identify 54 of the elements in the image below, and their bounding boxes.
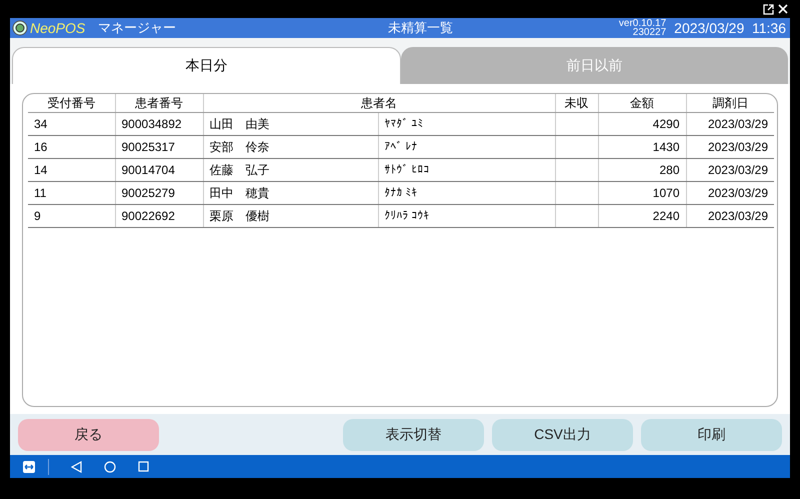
table-cell: 34	[28, 112, 115, 136]
logo-text: NeoPOS	[30, 18, 86, 38]
table-cell: 90025279	[115, 181, 203, 204]
tab[interactable]: 本日分	[12, 47, 401, 84]
action-button[interactable]: 表示切替	[343, 418, 484, 451]
table-cell: 90025317	[115, 135, 203, 158]
recents-icon[interactable]	[138, 461, 149, 472]
table-cell: 280	[598, 158, 686, 182]
table-cell: 2023/03/29	[686, 112, 774, 136]
column-header: 未収	[555, 94, 598, 112]
table-cell: 2023/03/29	[686, 158, 774, 182]
column-header: 調剤日	[686, 94, 774, 112]
home-icon[interactable]	[104, 460, 116, 473]
table-cell: 1430	[598, 135, 686, 158]
column-header: 金額	[598, 94, 686, 112]
app-name: マネージャー	[98, 19, 177, 38]
version-text: ver0.10.17	[618, 19, 666, 28]
table-cell: 90022692	[115, 204, 203, 228]
table-cell: 16	[28, 135, 115, 158]
table-cell: 2023/03/29	[686, 181, 774, 204]
table-cell: ｱﾍﾞ ﾚﾅ	[378, 135, 555, 158]
remote-icon[interactable]	[22, 460, 36, 474]
table-cell: 900034892	[115, 112, 203, 136]
table-cell: 2023/03/29	[686, 204, 774, 228]
table-cell: 佐藤 弘子	[203, 158, 378, 182]
table-cell: ｸﾘﾊﾗ ｺｳｷ	[378, 204, 555, 228]
table-cell: ﾀﾅｶ ﾐｷ	[378, 181, 555, 204]
table-cell: 14	[28, 158, 115, 182]
table-cell: ｻﾄｳﾞ ﾋﾛｺ	[378, 158, 555, 182]
table-cell: 2023/03/29	[686, 135, 774, 158]
column-header: 患者番号	[115, 94, 203, 112]
table-cell: 安部 伶奈	[203, 135, 378, 158]
column-header: 患者名	[203, 94, 555, 112]
column-header: 受付番号	[28, 94, 115, 112]
table-cell: 田中 穂貴	[203, 181, 378, 204]
table-cell: ﾔﾏﾀﾞ ﾕﾐ	[378, 112, 555, 136]
close-icon[interactable]	[778, 4, 788, 14]
datetime-text: 2023/03/29 11:36	[674, 18, 786, 38]
table-cell: 11	[28, 181, 115, 204]
table-cell: 9	[28, 204, 115, 228]
table-cell: 90014704	[115, 158, 203, 182]
table-cell: 1070	[598, 181, 686, 204]
table-cell: 2240	[598, 204, 686, 228]
action-button[interactable]: CSV出力	[492, 418, 633, 451]
logo-icon	[12, 20, 28, 36]
back-icon[interactable]	[71, 460, 82, 473]
back-button[interactable]: 戻る	[18, 418, 159, 451]
build-text: 230227	[632, 28, 666, 37]
action-button[interactable]: 印刷	[641, 418, 782, 451]
table-cell: 4290	[598, 112, 686, 136]
screen-title: 未精算一覧	[388, 19, 454, 38]
popout-icon[interactable]	[763, 4, 774, 14]
table-cell: 栗原 優樹	[203, 204, 378, 228]
table-cell: 山田 由美	[203, 112, 378, 136]
